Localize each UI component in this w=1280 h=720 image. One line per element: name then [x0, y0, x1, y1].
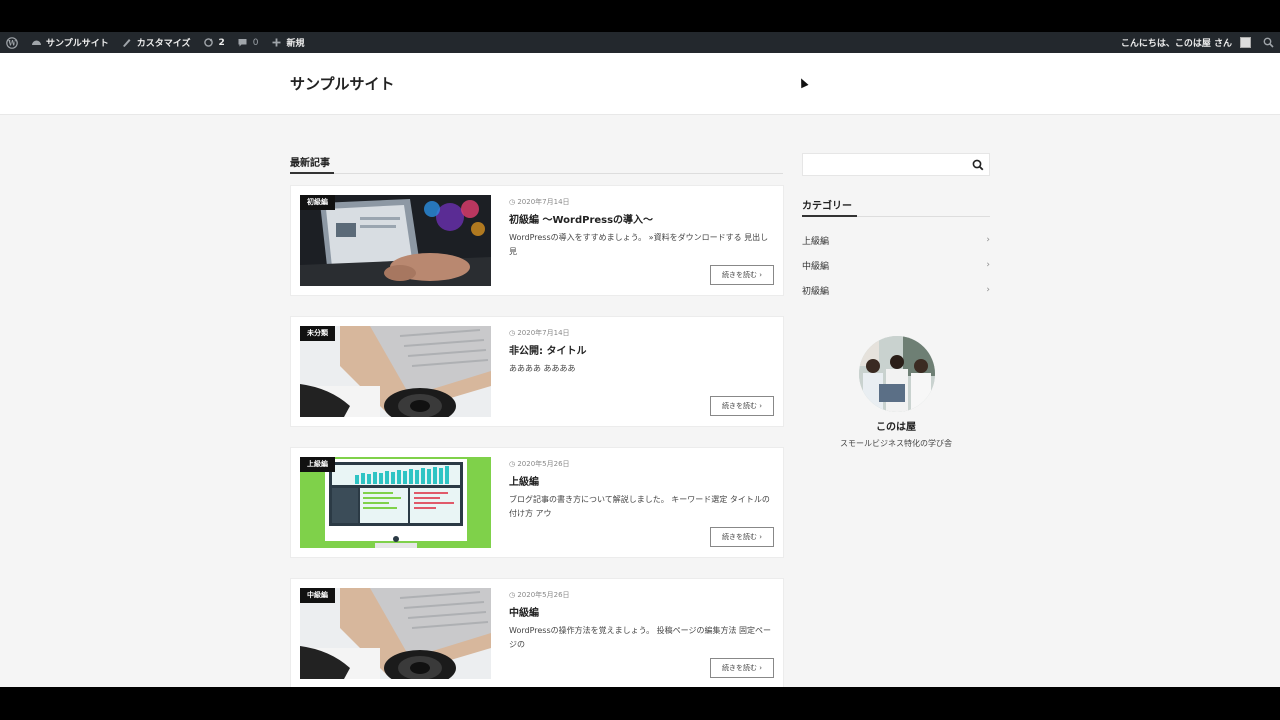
letterbox-top: [0, 0, 1280, 32]
post-card[interactable]: 中級編 ◷ 2020年5月26日 中級編 WordPressの操作方法を覚えまし…: [290, 578, 784, 687]
post-thumbnail[interactable]: 上級編: [300, 457, 491, 548]
customize-label: カスタマイズ: [136, 39, 191, 49]
category-item-label: 初級編: [802, 286, 830, 297]
search-icon: [1263, 37, 1274, 48]
categories-title: カテゴリー: [802, 201, 852, 212]
post-date: ◷ 2020年5月26日: [509, 590, 570, 600]
user-avatar: [1240, 37, 1251, 48]
browser-viewport: W サンプルサイト カスタマイズ 2 0 新規 こんにちは、このは屋 さん サン…: [0, 32, 1280, 687]
chevron-right-icon: ›: [759, 664, 763, 672]
read-more-button[interactable]: 続きを読む ›: [710, 396, 774, 416]
post-title[interactable]: 上級編: [509, 473, 539, 488]
category-item[interactable]: 中級編 ›: [802, 256, 990, 274]
chevron-right-icon: ›: [759, 271, 763, 279]
category-label[interactable]: 上級編: [300, 457, 335, 472]
section-title: 最新記事: [290, 158, 330, 169]
read-more-label: 続きを読む: [721, 533, 757, 541]
read-more-button[interactable]: 続きを読む ›: [710, 527, 774, 547]
chevron-right-icon: ›: [986, 235, 990, 245]
dashboard-icon: [30, 37, 42, 49]
categories-divider-accent: [802, 215, 857, 217]
clock-icon: ◷: [509, 460, 516, 468]
wordpress-icon: W: [6, 36, 18, 49]
category-label[interactable]: 初級編: [300, 195, 335, 210]
category-item-label: 中級編: [802, 261, 830, 272]
site-header: サンプルサイト: [0, 53, 1280, 115]
post-date: ◷ 2020年7月14日: [509, 197, 570, 207]
chevron-right-icon: ›: [986, 285, 990, 295]
post-excerpt: WordPressの導入をすすめましょう。 »資料をダウンロードする 見出し 見: [509, 233, 769, 256]
post-card[interactable]: 上級編 ◷ 2020年5月26日 上級編 ブログ記事の書き方について解説しました…: [290, 447, 784, 558]
comments-count: 0: [252, 37, 259, 48]
category-item[interactable]: 上級編 ›: [802, 231, 990, 249]
category-item-label: 上級編: [802, 236, 830, 247]
updates-link[interactable]: 2: [196, 32, 230, 53]
category-label[interactable]: 未分類: [300, 326, 335, 341]
my-account-link[interactable]: こんにちは、このは屋 さん: [1115, 32, 1257, 53]
post-date-text: 2020年5月26日: [517, 460, 570, 468]
plus-icon: [270, 37, 282, 49]
post-date: ◷ 2020年5月26日: [509, 459, 570, 469]
refresh-icon: [202, 37, 214, 49]
chevron-right-icon: ›: [759, 533, 763, 541]
chevron-right-icon: ›: [986, 260, 990, 270]
admin-bar: W サンプルサイト カスタマイズ 2 0 新規 こんにちは、このは屋 さん: [0, 32, 1280, 53]
post-title[interactable]: 非公開: タイトル: [509, 342, 586, 357]
read-more-label: 続きを読む: [721, 402, 757, 410]
admin-site-name-link[interactable]: サンプルサイト: [24, 32, 115, 53]
svg-text:W: W: [7, 38, 16, 47]
updates-count: 2: [218, 37, 225, 48]
greeting-text: こんにちは、このは屋 さん: [1120, 39, 1232, 49]
section-divider-accent: [290, 172, 334, 174]
post-title[interactable]: 中級編: [509, 604, 539, 619]
post-card[interactable]: 初級編 ◷ 2020年7月14日 初級編 〜WordPressの導入〜 Word…: [290, 185, 784, 296]
chevron-right-icon: ›: [759, 402, 763, 410]
profile-name: このは屋: [876, 422, 916, 433]
post-thumbnail[interactable]: 初級編: [300, 195, 491, 286]
read-more-label: 続きを読む: [721, 271, 757, 279]
search-icon[interactable]: [971, 158, 985, 172]
sidebar-search-input[interactable]: [802, 153, 990, 176]
post-date-text: 2020年7月14日: [517, 329, 570, 337]
brush-icon: [121, 37, 133, 49]
read-more-label: 続きを読む: [721, 664, 757, 672]
post-date: ◷ 2020年7月14日: [509, 328, 570, 338]
letterbox-bottom: [0, 687, 1280, 720]
admin-search-button[interactable]: [1257, 32, 1280, 53]
post-thumbnail[interactable]: 未分類: [300, 326, 491, 417]
post-date-text: 2020年5月26日: [517, 591, 570, 599]
comments-link[interactable]: 0: [231, 32, 265, 53]
post-excerpt: ああああ ああああ: [509, 364, 576, 373]
read-more-button[interactable]: 続きを読む ›: [710, 265, 774, 285]
clock-icon: ◷: [509, 591, 516, 599]
admin-site-name: サンプルサイト: [46, 39, 109, 49]
clock-icon: ◷: [509, 198, 516, 206]
post-excerpt: ブログ記事の書き方について解説しました。 キーワード選定 タイトルの付け方 アウ: [509, 495, 770, 518]
clock-icon: ◷: [509, 329, 516, 337]
read-more-button[interactable]: 続きを読む ›: [710, 658, 774, 678]
section-divider: [290, 173, 783, 174]
new-label: 新規: [286, 39, 305, 49]
post-thumbnail[interactable]: 中級編: [300, 588, 491, 679]
post-card[interactable]: 未分類 ◷ 2020年7月14日 非公開: タイトル ああああ ああああ 続きを…: [290, 316, 784, 427]
new-content-link[interactable]: 新規: [264, 32, 310, 53]
wp-logo-button[interactable]: W: [0, 32, 24, 53]
category-item[interactable]: 初級編 ›: [802, 281, 990, 299]
category-label[interactable]: 中級編: [300, 588, 335, 603]
profile-avatar: [859, 336, 935, 412]
comment-icon: [237, 37, 249, 49]
profile-description: スモールビジネス特化の学び舎: [840, 439, 952, 448]
post-excerpt: WordPressの操作方法を覚えましょう。 投稿ページの編集方法 固定ページの: [509, 626, 772, 649]
post-title[interactable]: 初級編 〜WordPressの導入〜: [509, 211, 653, 226]
customize-link[interactable]: カスタマイズ: [115, 32, 197, 53]
site-title[interactable]: サンプルサイト: [290, 73, 395, 94]
post-date-text: 2020年7月14日: [517, 198, 570, 206]
